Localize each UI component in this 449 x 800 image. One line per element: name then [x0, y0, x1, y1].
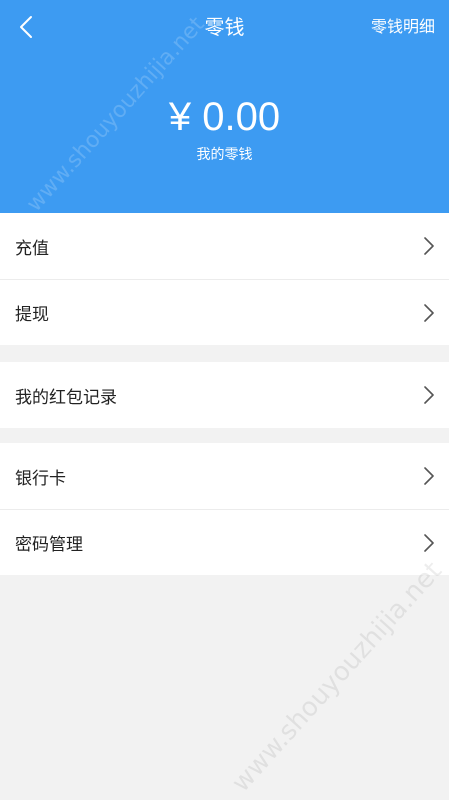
chevron-right-icon: [423, 533, 435, 552]
list-item-label: 充值: [15, 238, 49, 259]
list-group-account: 银行卡 密码管理: [0, 443, 449, 575]
list-item-red-packet-records[interactable]: 我的红包记录: [0, 362, 449, 428]
list-item-label: 我的红包记录: [15, 387, 117, 408]
balance-amount: ¥ 0.00: [168, 95, 281, 139]
chevron-right-icon: [423, 237, 435, 255]
list-group-top-up: 充值 提现: [0, 213, 449, 345]
list-item-withdraw[interactable]: 提现: [0, 279, 449, 345]
list-group-red-packet: 我的红包记录: [0, 362, 449, 428]
change-details-link[interactable]: 零钱明细: [371, 15, 435, 39]
chevron-right-icon: [423, 386, 435, 404]
chevron-right-icon: [423, 467, 435, 485]
list-item-recharge[interactable]: 充值: [0, 213, 449, 279]
list-item-bank-card[interactable]: 银行卡: [0, 443, 449, 509]
list-item-label: 银行卡: [15, 468, 66, 489]
list-item-label: 提现: [15, 305, 49, 325]
wallet-header: 零钱 零钱明细 ¥ 0.00 我的零钱 www.shouyouzhijia.ne…: [0, 0, 449, 217]
chevron-right-icon: [423, 303, 435, 322]
list-item-label: 密码管理: [15, 535, 83, 555]
balance-label: 我的零钱: [196, 147, 253, 163]
list-item-password-management[interactable]: 密码管理: [0, 509, 449, 575]
watermark: www.shouyouzhijia.net: [226, 556, 449, 799]
